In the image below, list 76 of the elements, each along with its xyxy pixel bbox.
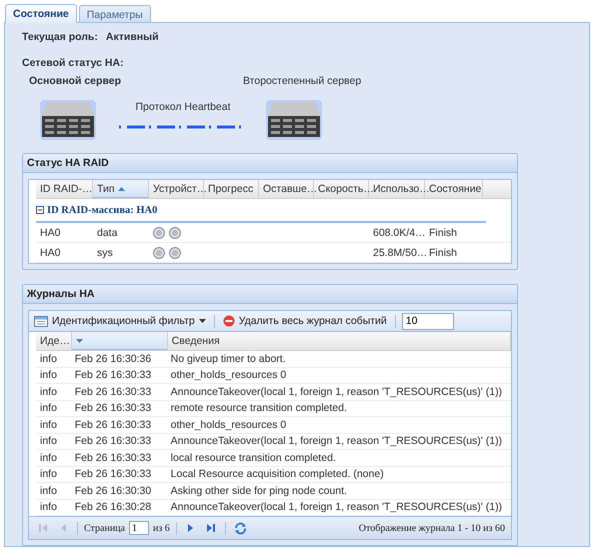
- table-cell-text: Local Resource acquisition completed. (none): [170, 467, 385, 482]
- table-cell-text: remote resource transition completed.: [170, 401, 348, 416]
- collapse-icon[interactable]: [36, 206, 44, 214]
- role-value: Активный: [106, 31, 159, 43]
- server-icon: [39, 99, 97, 141]
- table-cell-text: data: [96, 226, 118, 240]
- column-header[interactable]: [72, 332, 168, 350]
- first-page-icon: [38, 523, 48, 533]
- table-cell-text: info: [39, 467, 58, 482]
- group-label: ID RAID-массива: HA0: [47, 204, 158, 216]
- filter-button[interactable]: Идентификационный фильтр: [32, 314, 208, 328]
- table-cell-text: 608.0K/4…: [372, 226, 425, 240]
- role-label: Текущая роль:: [22, 31, 98, 43]
- disk-icon: [153, 246, 165, 258]
- table-cell-text: AnnounceTakeover(local 1, foreign 1, reason 'T_RESOURCES(us)' (1)): [170, 500, 504, 515]
- disk-icon: [153, 226, 165, 238]
- table-cell-text: Asking other side for ping node count.: [170, 484, 348, 498]
- panel-title: Статус HA RAID: [23, 154, 517, 173]
- table-cell-text: Feb 26 16:30:30: [74, 484, 152, 498]
- table-cell-text: Feb 26 16:30:33: [74, 467, 152, 482]
- table-cell-text: sys: [96, 246, 114, 260]
- page-field[interactable]: 1: [128, 521, 149, 535]
- panel-title: Журналы HA: [23, 285, 517, 304]
- protocol-label: Протокол Heartbeat: [136, 101, 231, 113]
- table-cell-text: Feb 26 16:30:36: [74, 352, 152, 366]
- table-cell-text: info: [39, 484, 58, 498]
- section-title: Сетевой статус HA:: [22, 57, 125, 69]
- table-cell-text: info: [39, 401, 58, 416]
- caret-icon: [198, 319, 206, 323]
- table-cell-text: Finish: [428, 226, 458, 240]
- disk-icon: [169, 226, 181, 238]
- table-cell-text: No giveup timer to abort.: [170, 352, 287, 366]
- table-cell-text: other_holds_resources 0: [170, 418, 288, 432]
- table-cell-text: Feb 26 16:30:33: [74, 401, 152, 416]
- table-cell-text: other_holds_resources 0: [170, 368, 288, 383]
- tab[interactable]: Параметры: [78, 5, 151, 23]
- table-cell-text: Feb 26 16:30:33: [74, 384, 152, 400]
- table-cell-text: info: [39, 384, 58, 400]
- table-cell-text: info: [39, 352, 58, 366]
- table-cell-text: info: [39, 418, 58, 432]
- table-cell-text: Feb 26 16:30:33: [74, 368, 152, 383]
- tab[interactable]: Состояние: [5, 4, 77, 23]
- table-cell-text: Feb 26 16:30:33: [74, 434, 152, 449]
- table-cell-text: AnnounceTakeover(local 1, foreign 1, reason 'T_RESOURCES(us)' (1)): [170, 384, 504, 400]
- table-cell-text: AnnounceTakeover(local 1, foreign 1, reason 'T_RESOURCES(us)' (1)): [170, 434, 504, 449]
- pager-status: Отображение журнала 1 - 10 из 60: [358, 522, 505, 534]
- table-cell-text: info: [39, 500, 58, 515]
- server-icon: [265, 99, 324, 141]
- filter-icon: [34, 316, 48, 326]
- delete-button[interactable]: Удалить весь журнал событий: [220, 314, 389, 328]
- column-header[interactable]: Состояние: [425, 180, 483, 198]
- column-header[interactable]: Сведения: [168, 332, 511, 350]
- column-header[interactable]: Тип: [93, 180, 149, 198]
- table-cell-text: 25.8M/50…: [372, 246, 425, 260]
- table-cell-text: Feb 26 16:30:28: [74, 500, 152, 515]
- refresh-icon[interactable]: [234, 522, 247, 534]
- page-label: Страница: [84, 522, 125, 534]
- table-cell-text: HA0: [39, 246, 62, 260]
- table-cell-text: Feb 26 16:30:33: [74, 418, 152, 432]
- last-page-icon: [206, 523, 216, 533]
- table-cell-text: info: [39, 368, 58, 383]
- page-size-field[interactable]: 10: [402, 312, 454, 330]
- delete-icon: [222, 315, 235, 327]
- column-header[interactable]: Оставше…: [259, 180, 314, 198]
- column-header[interactable]: Устройст…: [149, 180, 204, 198]
- table-cell-text: Feb 26 16:30:33: [74, 450, 152, 466]
- server-label: Второстепенный сервер: [243, 75, 362, 87]
- server-label: Основной сервер: [29, 75, 122, 87]
- disk-icon: [169, 246, 181, 258]
- table-cell-text: Finish: [428, 246, 458, 260]
- table-cell-text: HA0: [39, 226, 62, 240]
- column-header[interactable]: Прогресс: [204, 180, 259, 198]
- page-count: из 6: [152, 522, 170, 534]
- table-cell-text: info: [39, 450, 58, 466]
- table-cell-text: local resource transition completed.: [170, 450, 337, 466]
- table-cell-text: info: [39, 434, 58, 449]
